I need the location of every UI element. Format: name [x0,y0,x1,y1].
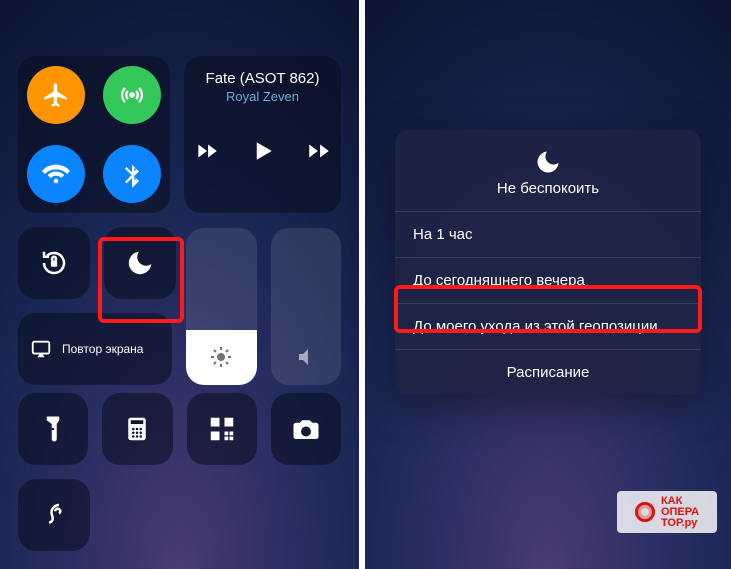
wifi-icon [42,160,70,188]
volume-icon [294,345,318,369]
moon-icon [534,148,562,176]
screen-mirroring-button[interactable]: Повтор экрана [18,313,172,385]
orientation-lock-toggle[interactable] [18,227,90,299]
dnd-options-card: Не беспокоить На 1 час До сегодняшнего в… [395,130,701,395]
watermark: КАК ОПЕРА ТОР.ру [617,491,717,533]
dnd-option-schedule[interactable]: Расписание [395,350,701,395]
dnd-option-until-evening[interactable]: До сегодняшнего вечера [395,258,701,304]
cellular-icon [118,81,146,109]
wifi-toggle[interactable] [27,145,85,203]
now-playing-title: Fate (ASOT 862) [206,70,320,87]
qr-icon [207,414,237,444]
calculator-button[interactable] [102,393,172,465]
hearing-button[interactable] [18,479,90,551]
screen-mirroring-label: Повтор экрана [62,342,143,356]
hearing-icon [39,500,69,530]
screen-mirroring-icon [30,338,52,360]
control-center-panel: Fate (ASOT 862) Royal Zeven [0,0,365,569]
flashlight-button[interactable] [18,393,88,465]
moon-icon [125,248,155,278]
camera-button[interactable] [271,393,341,465]
dnd-menu-panel: Не беспокоить На 1 час До сегодняшнего в… [365,0,731,569]
brightness-icon [209,345,233,369]
watermark-ring-icon [635,502,655,522]
airplane-icon [42,81,70,109]
connectivity-module[interactable] [18,56,170,213]
orientation-lock-icon [39,248,69,278]
camera-icon [291,414,321,444]
watermark-line3: ТОР.ру [661,517,697,529]
dnd-card-header: Не беспокоить [395,130,701,212]
previous-track-button[interactable] [194,138,220,164]
flashlight-icon [38,414,68,444]
now-playing-module[interactable]: Fate (ASOT 862) Royal Zeven [184,56,341,213]
do-not-disturb-toggle[interactable] [104,227,176,299]
cellular-data-toggle[interactable] [103,66,161,124]
dnd-card-title: Не беспокоить [497,180,599,197]
now-playing-artist: Royal Zeven [226,89,299,104]
dnd-option-1hour[interactable]: На 1 час [395,212,701,258]
airplane-mode-toggle[interactable] [27,66,85,124]
brightness-slider[interactable] [186,228,256,385]
bluetooth-toggle[interactable] [103,145,161,203]
dnd-option-until-leave-location[interactable]: До моего ухода из этой геопозиции [395,304,701,350]
bluetooth-icon [118,160,146,188]
volume-slider[interactable] [271,228,341,385]
calculator-icon [122,414,152,444]
next-track-button[interactable] [306,138,332,164]
play-button[interactable] [248,136,278,166]
qr-scan-button[interactable] [187,393,257,465]
